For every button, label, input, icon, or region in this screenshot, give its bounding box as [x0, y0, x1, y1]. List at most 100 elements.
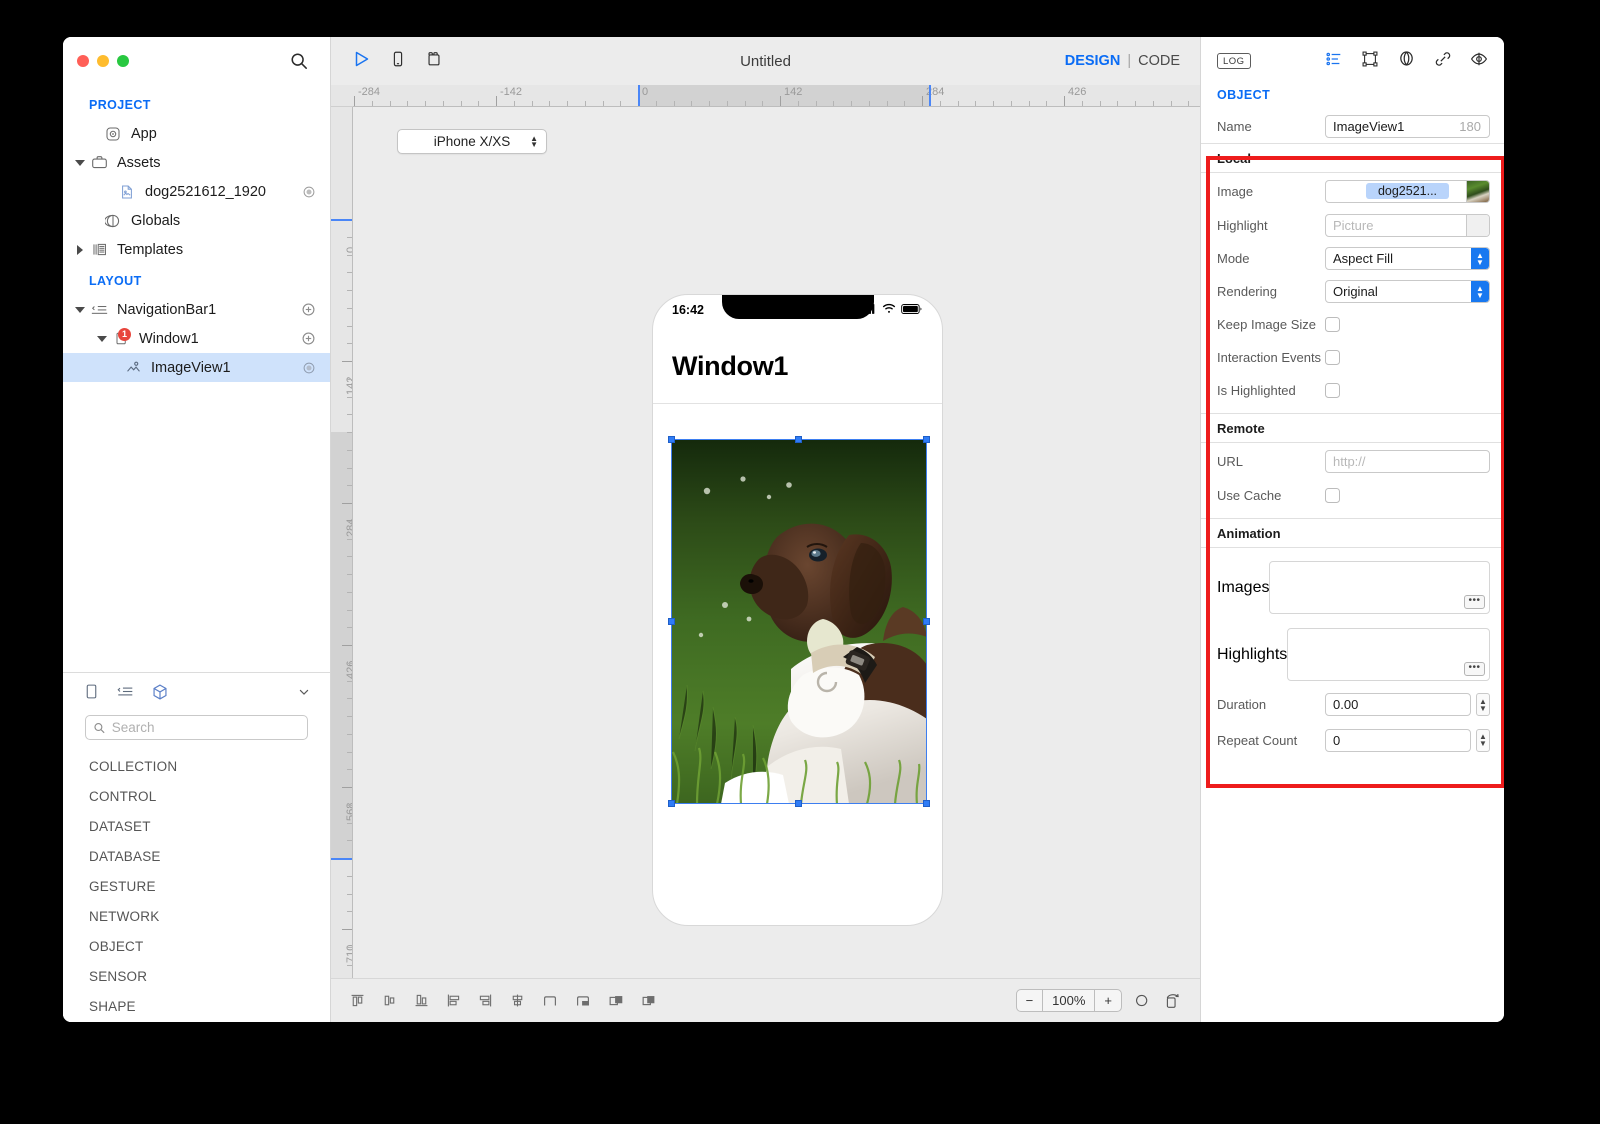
horizontal-ruler[interactable]: -284-1420142284426568710 — [353, 85, 1200, 107]
tab-code[interactable]: CODE — [1138, 53, 1180, 69]
ruler-tick — [354, 96, 355, 106]
search-input[interactable] — [111, 720, 300, 735]
design-canvas[interactable]: iPhone X/XS ▲ ▼ 16:42 Window1 — [353, 107, 1200, 978]
use-cache-checkbox[interactable] — [1325, 488, 1340, 503]
ruler-tick — [726, 101, 728, 106]
play-icon[interactable] — [351, 49, 371, 74]
library-item-collection[interactable]: COLLECTION — [63, 752, 330, 782]
ruler-tick — [567, 101, 568, 106]
appearance-icon[interactable] — [1397, 49, 1416, 73]
target-circle-icon[interactable] — [302, 361, 316, 375]
highlights-more-button[interactable]: ••• — [1464, 662, 1485, 676]
chevron-down-icon[interactable] — [296, 684, 312, 705]
align-horizontal-center-icon[interactable] — [509, 992, 526, 1009]
tree-item-assets[interactable]: Assets — [63, 148, 330, 177]
disclosure-triangle-open[interactable] — [95, 332, 109, 346]
link-icon[interactable] — [1434, 50, 1452, 73]
disclosure-triangle-open[interactable] — [73, 303, 87, 317]
magnifier-icon[interactable] — [1134, 992, 1151, 1009]
log-button[interactable]: LOG — [1217, 53, 1251, 69]
align-vertical-center-icon[interactable] — [381, 992, 398, 1009]
zoom-in-button[interactable]: + — [1095, 990, 1121, 1011]
align-right-icon[interactable] — [477, 992, 494, 1009]
properties-list-icon[interactable] — [1325, 50, 1343, 73]
library-item-gesture[interactable]: GESTURE — [63, 872, 330, 902]
library-item-network[interactable]: NETWORK — [63, 902, 330, 932]
blocks-icon[interactable] — [425, 50, 443, 73]
maximize-button[interactable] — [117, 55, 129, 67]
add-child-button[interactable] — [301, 331, 316, 346]
bring-forward-icon[interactable] — [607, 992, 625, 1010]
ruler-tick — [389, 101, 391, 106]
tree-item-templates[interactable]: Templates — [63, 235, 330, 264]
tree-item-dog2521612_1920[interactable]: dog2521612_1920 — [63, 177, 330, 206]
layout-frame-icon[interactable] — [1361, 50, 1379, 73]
align-left-icon[interactable] — [445, 992, 462, 1009]
name-field[interactable]: ImageView1 180 — [1325, 115, 1490, 138]
phone-icon[interactable] — [389, 50, 407, 73]
image-thumbnail[interactable] — [1466, 180, 1489, 202]
is-highlighted-checkbox[interactable] — [1325, 383, 1340, 398]
tree-item-app[interactable]: App — [63, 119, 330, 148]
library-search-box[interactable] — [85, 715, 308, 740]
list-icon[interactable] — [116, 683, 135, 705]
canvas-toolbar: Untitled DESIGN | CODE — [331, 37, 1200, 85]
globals-icon — [103, 212, 123, 230]
fill-icon[interactable] — [574, 992, 592, 1010]
library-item-shape[interactable]: SHAPE — [63, 992, 330, 1022]
rotate-device-icon[interactable] — [1163, 992, 1182, 1009]
highlight-thumbnail[interactable] — [1466, 215, 1489, 236]
ruler-tick — [347, 325, 352, 327]
library-item-sensor[interactable]: SENSOR — [63, 962, 330, 992]
images-more-button[interactable]: ••• — [1464, 595, 1485, 609]
ruler-tick — [531, 101, 533, 106]
tab-design[interactable]: DESIGN — [1065, 53, 1121, 69]
tree-item-window1[interactable]: 1 Window1 — [63, 324, 330, 353]
align-bottom-icon[interactable] — [413, 992, 430, 1009]
mode-select[interactable]: Aspect Fill ▲ ▼ — [1325, 247, 1490, 270]
send-backward-icon[interactable] — [640, 992, 658, 1010]
repeat-count-field[interactable]: 0 — [1325, 728, 1471, 752]
distribute-icon[interactable] — [541, 992, 559, 1010]
app-icon — [103, 125, 123, 143]
ruler-guide-marker — [929, 85, 931, 106]
keep-image-size-checkbox[interactable] — [1325, 317, 1340, 332]
library-category-list: COLLECTION CONTROL DATASET DATABASE GEST… — [63, 750, 330, 1022]
add-child-button[interactable] — [301, 302, 316, 317]
images-list-field[interactable]: ••• — [1269, 561, 1490, 614]
library-item-object[interactable]: OBJECT — [63, 932, 330, 962]
device-selector[interactable]: iPhone X/XS ▲ ▼ — [397, 129, 547, 154]
imageview-content[interactable] — [671, 439, 927, 804]
library-item-dataset[interactable]: DATASET — [63, 812, 330, 842]
minimize-button[interactable] — [97, 55, 109, 67]
library-item-database[interactable]: DATABASE — [63, 842, 330, 872]
highlight-picker-field[interactable]: Picture — [1325, 214, 1490, 237]
repeat-count-stepper[interactable]: ▲ ▼ — [1476, 728, 1490, 752]
image-picker-field[interactable]: dog2521... — [1325, 179, 1490, 203]
library-item-control[interactable]: CONTROL — [63, 782, 330, 812]
preview-icon[interactable] — [1470, 50, 1488, 73]
close-button[interactable] — [77, 55, 89, 67]
duration-field[interactable]: 0.00 — [1325, 693, 1471, 716]
disclosure-triangle-closed[interactable] — [73, 243, 87, 257]
url-field[interactable]: http:// — [1325, 449, 1490, 473]
cube-icon[interactable] — [151, 683, 169, 706]
disclosure-triangle-open[interactable] — [73, 156, 87, 170]
error-badge: 1 — [118, 327, 131, 341]
zoom-out-button[interactable]: − — [1017, 990, 1043, 1011]
search-icon[interactable] — [290, 52, 308, 70]
vertical-ruler[interactable]: 0142284426568710852 — [331, 107, 353, 978]
target-circle-icon[interactable] — [302, 185, 316, 199]
highlights-list-field[interactable]: ••• — [1287, 628, 1490, 681]
tree-item-navigationbar1[interactable]: NavigationBar1 — [63, 295, 330, 324]
tree-item-globals[interactable]: Globals — [63, 206, 330, 235]
interaction-events-checkbox[interactable] — [1325, 350, 1340, 365]
duration-stepper[interactable]: ▲ ▼ — [1476, 693, 1490, 716]
ruler-tick — [342, 361, 352, 362]
page-icon[interactable] — [83, 683, 100, 705]
tree-item-imageview1[interactable]: ImageView1 — [63, 353, 330, 382]
rendering-select[interactable]: Original ▲ ▼ — [1325, 280, 1490, 303]
align-top-icon[interactable] — [349, 992, 366, 1009]
ruler-tick — [407, 101, 409, 106]
layout-section-header: LAYOUT — [89, 274, 142, 288]
